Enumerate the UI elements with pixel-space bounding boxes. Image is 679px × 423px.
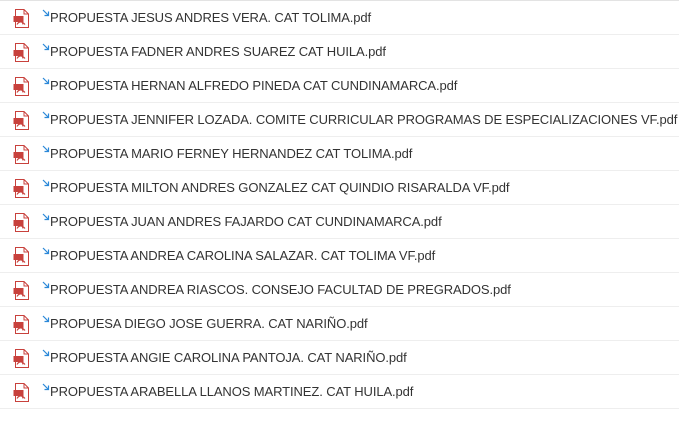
file-row[interactable]: PROPUESTA HERNAN ALFREDO PINEDA CAT CUND… (0, 69, 679, 103)
file-name[interactable]: PROPUESTA MARIO FERNEY HERNANDEZ CAT TOL… (50, 146, 412, 162)
pdf-file-icon (13, 281, 30, 300)
shortcut-arrow-icon (42, 174, 50, 187)
pdf-file-icon (13, 213, 30, 232)
shortcut-arrow-icon (42, 140, 50, 153)
pdf-file-icon (13, 179, 30, 198)
file-name[interactable]: PROPUESTA HERNAN ALFREDO PINEDA CAT CUND… (50, 78, 457, 94)
pdf-file-icon (13, 43, 30, 62)
file-row[interactable]: PROPUESTA MARIO FERNEY HERNANDEZ CAT TOL… (0, 137, 679, 171)
file-row[interactable]: PROPUESTA ANDREA RIASCOS. CONSEJO FACULT… (0, 273, 679, 307)
pdf-file-icon (13, 247, 30, 266)
file-name[interactable]: PROPUESTA MILTON ANDRES GONZALEZ CAT QUI… (50, 180, 509, 196)
pdf-file-icon (13, 315, 30, 334)
file-list: PROPUESTA JESUS ANDRES VERA. CAT TOLIMA.… (0, 0, 679, 423)
shortcut-arrow-icon (42, 378, 50, 391)
file-row[interactable]: PROPUESTA MILTON ANDRES GONZALEZ CAT QUI… (0, 171, 679, 205)
shortcut-arrow-icon (42, 72, 50, 85)
file-name[interactable]: PROPUESTA JUAN ANDRES FAJARDO CAT CUNDIN… (50, 214, 442, 230)
pdf-file-icon (13, 9, 30, 28)
shortcut-arrow-icon (42, 38, 50, 51)
file-row[interactable]: PROPUESTA JUAN ANDRES FAJARDO CAT CUNDIN… (0, 205, 679, 239)
shortcut-arrow-icon (42, 208, 50, 221)
file-row[interactable]: PROPUESTA ANDREA CAROLINA SALAZAR. CAT T… (0, 239, 679, 273)
pdf-file-icon (13, 383, 30, 402)
pdf-file-icon (13, 349, 30, 368)
shortcut-arrow-icon (42, 276, 50, 289)
shortcut-arrow-icon (42, 106, 50, 119)
file-name[interactable]: PROPUESA DIEGO JOSE GUERRA. CAT NARIÑO.p… (50, 316, 368, 332)
file-name[interactable]: PROPUESTA JESUS ANDRES VERA. CAT TOLIMA.… (50, 10, 371, 26)
pdf-file-icon (13, 111, 30, 130)
shortcut-arrow-icon (42, 4, 50, 17)
file-name[interactable]: PROPUESTA ANDREA CAROLINA SALAZAR. CAT T… (50, 248, 435, 264)
file-row[interactable]: PROPUESTA ARABELLA LLANOS MARTINEZ. CAT … (0, 375, 679, 409)
shortcut-arrow-icon (42, 344, 50, 357)
file-row[interactable]: PROPUESTA ANGIE CAROLINA PANTOJA. CAT NA… (0, 341, 679, 375)
shortcut-arrow-icon (42, 242, 50, 255)
file-name[interactable]: PROPUESTA ARABELLA LLANOS MARTINEZ. CAT … (50, 384, 413, 400)
shortcut-arrow-icon (42, 310, 50, 323)
file-row[interactable]: PROPUESA DIEGO JOSE GUERRA. CAT NARIÑO.p… (0, 307, 679, 341)
file-row[interactable]: PROPUESTA JESUS ANDRES VERA. CAT TOLIMA.… (0, 1, 679, 35)
file-row[interactable]: PROPUESTA FADNER ANDRES SUAREZ CAT HUILA… (0, 35, 679, 69)
pdf-file-icon (13, 77, 30, 96)
file-name[interactable]: PROPUESTA JENNIFER LOZADA. COMITE CURRIC… (50, 112, 677, 128)
file-row[interactable]: PROPUESTA JENNIFER LOZADA. COMITE CURRIC… (0, 103, 679, 137)
pdf-file-icon (13, 145, 30, 164)
file-name[interactable]: PROPUESTA ANGIE CAROLINA PANTOJA. CAT NA… (50, 350, 407, 366)
file-name[interactable]: PROPUESTA FADNER ANDRES SUAREZ CAT HUILA… (50, 44, 386, 60)
file-name[interactable]: PROPUESTA ANDREA RIASCOS. CONSEJO FACULT… (50, 282, 511, 298)
